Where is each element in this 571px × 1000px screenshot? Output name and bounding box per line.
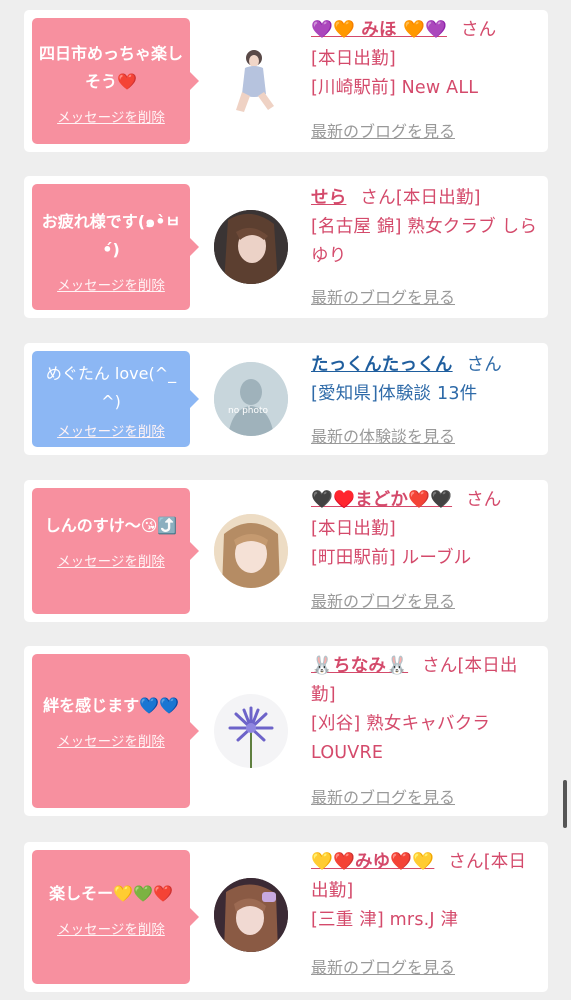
latest-review-link[interactable]: 最新の体験談を見る [311, 423, 455, 447]
avatar[interactable] [214, 878, 288, 952]
message-card: 四日市めっちゃ楽しそう❤️ メッセージを削除 💜🧡 みほ 🧡💜 さん [本日出勤]… [24, 10, 548, 152]
cast-info: せら さん[本日出勤] [名古屋 錦] 熟女クラブ しらゆり [311, 184, 538, 271]
latest-blog-link[interactable]: 最新のブログを見る [311, 784, 455, 808]
honorific: さん [360, 188, 396, 208]
delete-message-link[interactable]: メッセージを削除 [57, 918, 165, 938]
honorific: さん [448, 852, 484, 872]
cast-info: 💜🧡 みほ 🧡💜 さん [本日出勤] [川崎駅前] New ALL [311, 16, 538, 103]
work-status: [本日出勤] [311, 49, 396, 69]
shop-info: [町田駅前] ルーブル [311, 548, 472, 568]
message-bubble: めぐたん love(^_^) メッセージを削除 [32, 351, 199, 447]
woman-photo-avatar-icon [214, 878, 288, 952]
honorific: さん [466, 490, 502, 510]
message-text: しんのすけ〜😘⤴️ [44, 516, 178, 535]
scrollbar-thumb[interactable] [563, 780, 567, 828]
avatar[interactable] [214, 210, 288, 284]
delete-message-link[interactable]: メッセージを削除 [57, 730, 165, 750]
message-bubble: お疲れ様です(๑•̀ㅂ•́) メッセージを削除 [32, 184, 199, 310]
woman-photo-avatar-icon [214, 210, 288, 284]
message-bubble: しんのすけ〜😘⤴️ メッセージを削除 [32, 488, 199, 614]
latest-blog-link[interactable]: 最新のブログを見る [311, 954, 455, 978]
cast-info: 💛❤️みゆ❤️💛 さん[本日出勤] [三重 津] mrs.J 津 [311, 848, 538, 935]
no-photo-caption: no photo [228, 406, 269, 416]
purple-flower-avatar-icon [214, 694, 288, 768]
message-card: めぐたん love(^_^) メッセージを削除 no photo たっくんたっく… [24, 343, 548, 455]
message-card: 絆を感じます💙💙 メッセージを削除 🐰ちなみ🐰 さん[本日出勤] [刈谷] 熟女キ… [24, 646, 548, 816]
shop-info: [川崎駅前] New ALL [311, 78, 479, 98]
cast-name-link[interactable]: 🐰ちなみ🐰 [311, 656, 408, 676]
avatar[interactable] [214, 514, 288, 588]
latest-blog-link[interactable]: 最新のブログを見る [311, 588, 455, 612]
user-name-link[interactable]: たっくんたっくん [311, 355, 453, 375]
shop-info: [三重 津] mrs.J 津 [311, 910, 459, 930]
woman-photo-avatar-icon [214, 514, 288, 588]
work-status: [本日出勤] [311, 519, 396, 539]
delete-message-link[interactable]: メッセージを削除 [57, 274, 165, 294]
message-text: お疲れ様です(๑•̀ㅂ•́) [41, 212, 181, 259]
latest-blog-link[interactable]: 最新のブログを見る [311, 118, 455, 142]
delete-message-link[interactable]: メッセージを削除 [57, 106, 165, 126]
message-bubble: 楽しそー💛💚❤️ メッセージを削除 [32, 850, 199, 984]
shop-info: [刈谷] 熟女キャバクラ LOUVRE [311, 714, 491, 763]
avatar[interactable] [214, 694, 288, 768]
cast-info: 🐰ちなみ🐰 さん[本日出勤] [刈谷] 熟女キャバクラ LOUVRE [311, 652, 538, 768]
cast-name-link[interactable]: 💛❤️みゆ❤️💛 [311, 852, 434, 872]
message-text: 楽しそー💛💚❤️ [49, 884, 173, 903]
message-card: しんのすけ〜😘⤴️ メッセージを削除 🖤♥️まどか❤️🖤 さん [本日出勤] [町… [24, 480, 548, 622]
cast-info: 🖤♥️まどか❤️🖤 さん [本日出勤] [町田駅前] ルーブル [311, 486, 538, 573]
message-bubble: 四日市めっちゃ楽しそう❤️ メッセージを削除 [32, 18, 199, 144]
work-status: [本日出勤] [395, 188, 481, 208]
cast-name-link[interactable]: せら [311, 188, 346, 208]
delete-message-link[interactable]: メッセージを削除 [57, 420, 165, 440]
user-info: たっくんたっくん さん [愛知県]体験談 13件 [311, 351, 538, 409]
honorific: さん [466, 355, 503, 375]
cast-name-link[interactable]: 💜🧡 みほ 🧡💜 [311, 20, 447, 40]
message-card: お疲れ様です(๑•̀ㅂ•́) メッセージを削除 せら さん[本日出勤] [名古屋 … [24, 176, 548, 318]
message-text: めぐたん love(^_^) [45, 364, 177, 411]
message-text: 四日市めっちゃ楽しそう❤️ [38, 44, 183, 91]
honorific: さん [460, 20, 497, 40]
honorific: さん [422, 656, 458, 676]
message-text: 絆を感じます💙💙 [43, 696, 179, 715]
latest-blog-link[interactable]: 最新のブログを見る [311, 284, 455, 308]
shop-info: [名古屋 錦] 熟女クラブ しらゆり [311, 217, 538, 266]
avatar[interactable]: no photo [214, 362, 288, 436]
message-card: 楽しそー💛💚❤️ メッセージを削除 💛❤️みゆ❤️💛 さん[本日出勤] [三重 津… [24, 842, 548, 992]
woman-photo-avatar-icon [236, 50, 274, 112]
avatar[interactable] [214, 44, 288, 118]
no-photo-placeholder-icon [214, 362, 288, 436]
review-count: [愛知県]体験談 13件 [311, 384, 478, 404]
delete-message-link[interactable]: メッセージを削除 [57, 550, 165, 570]
message-bubble: 絆を感じます💙💙 メッセージを削除 [32, 654, 199, 808]
cast-name-link[interactable]: 🖤♥️まどか❤️🖤 [311, 490, 452, 510]
